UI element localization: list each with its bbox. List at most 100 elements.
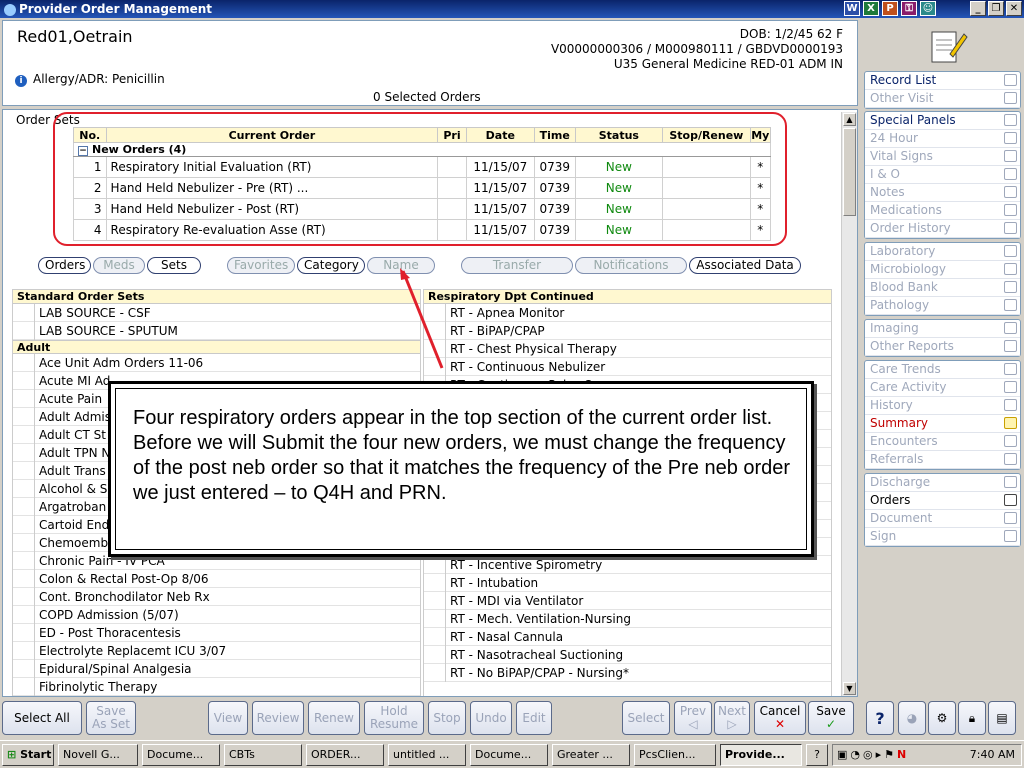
nav-sign[interactable]: Sign [865,528,1020,546]
list-item[interactable]: RT - Nasotracheal Suctioning [424,645,831,664]
tab-notifications[interactable]: Notifications [575,257,687,274]
list-item[interactable]: RT - MDI via Ventilator [424,591,831,610]
list-item-checkbox[interactable] [13,551,35,570]
list-item[interactable]: RT - Intubation [424,573,831,592]
cancel-button[interactable]: Cancel ✕ [754,701,806,735]
edit-button[interactable]: Edit [516,701,552,735]
nav-medications[interactable]: Medications [865,202,1020,220]
close-icon[interactable]: ✕ [1006,1,1022,16]
scroll-up-icon[interactable]: ▲ [843,113,856,126]
list-item-checkbox[interactable] [13,389,35,408]
lock-button[interactable]: 🔒︎ [958,701,986,735]
taskbar-item[interactable]: PcsClien... [634,744,716,766]
powerpoint-icon[interactable]: P [882,1,898,16]
list-item-checkbox[interactable] [424,609,446,628]
list-item-checkbox[interactable] [13,425,35,444]
list-item-checkbox[interactable] [424,663,446,682]
excel-icon[interactable]: X [863,1,879,16]
taskbar-item[interactable]: Docume... [142,744,220,766]
tools-button[interactable]: ⚙ [928,701,956,735]
key-icon[interactable]: ⚿ [901,1,917,16]
novell-icon[interactable]: N [897,748,906,761]
nav-laboratory[interactable]: Laboratory [865,243,1020,261]
list-item[interactable]: Epidural/Spinal Analgesia [13,659,420,678]
list-item[interactable]: COPD Admission (5/07) [13,605,420,624]
nav-special-panels[interactable]: Special Panels [865,112,1020,130]
help-tray-icon[interactable]: ? [806,744,828,766]
taskbar-item[interactable]: CBTs [224,744,302,766]
tab-sets[interactable]: Sets [147,257,201,274]
scroll-thumb[interactable] [843,128,856,216]
nav-encounters[interactable]: Encounters [865,433,1020,451]
taskbar-item[interactable]: Greater ... [552,744,630,766]
hold-resume-button[interactable]: Hold Resume [364,701,424,735]
list-item-checkbox[interactable] [13,321,35,340]
list-item[interactable]: RT - Chest Physical Therapy [424,339,831,358]
list-item-checkbox[interactable] [424,555,446,574]
list-item-checkbox[interactable] [13,497,35,516]
list-item[interactable]: Fibrinolytic Therapy [13,677,420,696]
taskbar-item-active[interactable]: Provide... [720,744,802,766]
select-all-button[interactable]: Select All [2,701,82,735]
taskbar-item[interactable]: ORDER... [306,744,384,766]
nav-summary[interactable]: Summary [865,415,1020,433]
list-item-checkbox[interactable] [13,353,35,372]
list-item-checkbox[interactable] [13,605,35,624]
tab-meds[interactable]: Meds [93,257,145,274]
list-item[interactable]: RT - Nasal Cannula [424,627,831,646]
nav-microbiology[interactable]: Microbiology [865,261,1020,279]
tab-associated-data[interactable]: Associated Data [689,257,801,274]
list-item[interactable]: RT - No BiPAP/CPAP - Nursing* [424,663,831,682]
list-item[interactable]: LAB SOURCE - SPUTUM [13,321,420,340]
list-item-checkbox[interactable] [424,627,446,646]
nav-record-list[interactable]: Record List [865,72,1020,90]
list-item[interactable]: RT - Incentive Spirometry [424,555,831,574]
list-item[interactable]: Colon & Rectal Post-Op 8/06 [13,569,420,588]
nav-discharge[interactable]: Discharge [865,474,1020,492]
smiley-icon[interactable]: ☺ [920,1,936,16]
nav-pathology[interactable]: Pathology [865,297,1020,315]
undo-button[interactable]: Undo [470,701,512,735]
view-button[interactable]: View [208,701,248,735]
start-button[interactable]: ⊞ Start [2,744,54,766]
list-item[interactable]: ED - Post Thoracentesis [13,623,420,642]
palette-button[interactable]: ◕ [898,701,926,735]
list-item-checkbox[interactable] [13,303,35,322]
list-item[interactable]: Ace Unit Adm Orders 11-06 [13,353,420,372]
nav-history[interactable]: History [865,397,1020,415]
word-icon[interactable]: W [844,1,860,16]
prev-button[interactable]: Prev ◁ [674,701,712,735]
list-item-checkbox[interactable] [13,641,35,660]
taskbar-item[interactable]: Novell G... [58,744,138,766]
list-item-checkbox[interactable] [13,533,35,552]
main-scrollbar[interactable]: ▲ ▼ [841,112,857,696]
nav-blood-bank[interactable]: Blood Bank [865,279,1020,297]
list-item-checkbox[interactable] [13,371,35,390]
list-item[interactable]: RT - BiPAP/CPAP [424,321,831,340]
list-item-checkbox[interactable] [424,645,446,664]
nav-24-hour[interactable]: 24 Hour [865,130,1020,148]
list-item[interactable]: Cont. Bronchodilator Neb Rx [13,587,420,606]
minimize-icon[interactable]: _ [970,1,986,16]
list-item-checkbox[interactable] [13,659,35,678]
scroll-down-icon[interactable]: ▼ [843,682,856,695]
next-button[interactable]: Next ▷ [714,701,750,735]
nav-other-visit[interactable]: Other Visit [865,90,1020,108]
list-item-checkbox[interactable] [13,587,35,606]
tab-favorites[interactable]: Favorites [227,257,295,274]
list-item-checkbox[interactable] [13,479,35,498]
list-item-checkbox[interactable] [424,591,446,610]
list-item[interactable]: Electrolyte Replacemt ICU 3/07 [13,641,420,660]
tab-transfer[interactable]: Transfer [461,257,573,274]
nav-document[interactable]: Document [865,510,1020,528]
list-item[interactable]: RT - Continuous Nebulizer [424,357,831,376]
save-as-set-button[interactable]: Save As Set [86,701,136,735]
list-item[interactable]: LAB SOURCE - CSF [13,303,420,322]
save-button[interactable]: Save ✓ [808,701,854,735]
list-item-checkbox[interactable] [13,677,35,696]
renew-button[interactable]: Renew [308,701,360,735]
list-item-checkbox[interactable] [424,573,446,592]
nav-care-trends[interactable]: Care Trends [865,361,1020,379]
nav-vital-signs[interactable]: Vital Signs [865,148,1020,166]
nav-order-history[interactable]: Order History [865,220,1020,238]
